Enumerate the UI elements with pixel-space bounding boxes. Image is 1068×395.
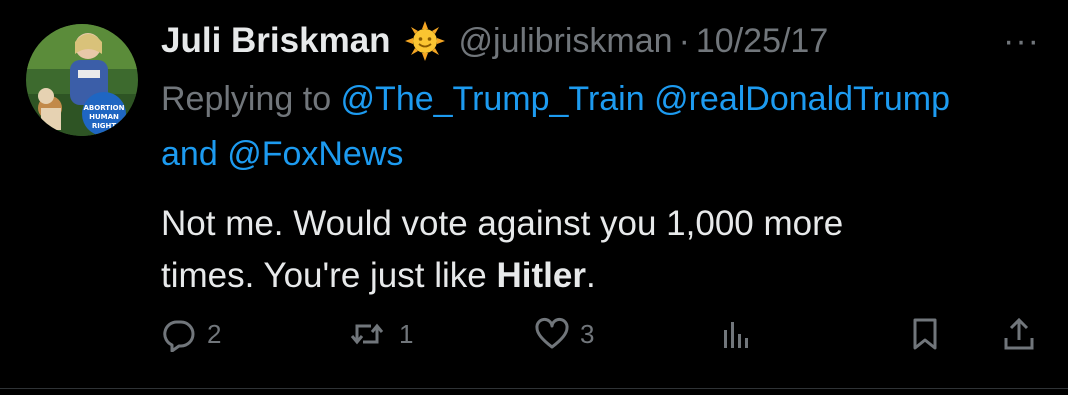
author-name[interactable]: Juli Briskman	[161, 21, 391, 61]
share-icon	[1004, 317, 1034, 350]
replying-to-joiner: and	[161, 135, 228, 173]
author-handle[interactable]: @julibriskman	[459, 22, 673, 61]
bookmark-icon	[913, 318, 937, 350]
mention-link[interactable]: @The_Trump_Train	[341, 80, 645, 118]
heart-icon	[535, 317, 569, 349]
retweet-button[interactable]: 1	[345, 312, 413, 356]
like-button[interactable]: 3	[534, 312, 594, 356]
tweet-date[interactable]: 10/25/17	[696, 22, 828, 61]
reply-button[interactable]: 2	[161, 312, 221, 356]
like-count: 3	[580, 318, 595, 349]
tweet-text-bold: Hitler	[496, 256, 586, 295]
bookmark-button[interactable]	[907, 312, 943, 356]
views-button[interactable]	[719, 312, 755, 356]
retweet-count: 1	[399, 318, 414, 349]
tweet-text-line1: Not me. Would vote against you 1,000 mor…	[161, 204, 844, 243]
separator-dot: ·	[678, 21, 690, 60]
mention-link[interactable]: @FoxNews	[227, 135, 403, 173]
replying-to-label: Replying to	[161, 80, 341, 118]
more-options-icon[interactable]: ···	[1003, 22, 1040, 61]
tweet-content: Juli Briskman @julibriskman · 10/25/17 ·…	[161, 18, 1051, 302]
avatar-image: ABORTION HUMAN RIGHT	[26, 24, 138, 136]
mention-link[interactable]: @realDonaldTrump	[654, 80, 950, 118]
analytics-icon	[724, 322, 748, 348]
replying-to: Replying to @The_Trump_Train @realDonald…	[161, 72, 1046, 182]
tweet-text: Not me. Would vote against you 1,000 mor…	[161, 198, 1021, 302]
tweet-text-end: .	[585, 256, 596, 295]
action-bar: 2 1 3	[161, 312, 1041, 356]
avatar[interactable]: ABORTION HUMAN RIGHT	[26, 24, 138, 136]
divider	[0, 388, 1068, 389]
retweet-icon	[350, 323, 384, 345]
reply-count: 2	[207, 318, 222, 349]
tweet-text-line2: times. You're just like	[161, 256, 497, 295]
tweet-header: Juli Briskman @julibriskman · 10/25/17	[161, 18, 1051, 64]
svg-text:ABORTION: ABORTION	[84, 104, 125, 112]
svg-text:RIGHT: RIGHT	[92, 122, 117, 130]
tweet[interactable]: ABORTION HUMAN RIGHT Juli Briskman @juli…	[0, 0, 1068, 395]
share-button[interactable]	[1001, 312, 1037, 356]
reply-icon	[163, 320, 195, 352]
sun-with-face-icon	[404, 21, 445, 61]
svg-text:HUMAN: HUMAN	[89, 113, 119, 121]
